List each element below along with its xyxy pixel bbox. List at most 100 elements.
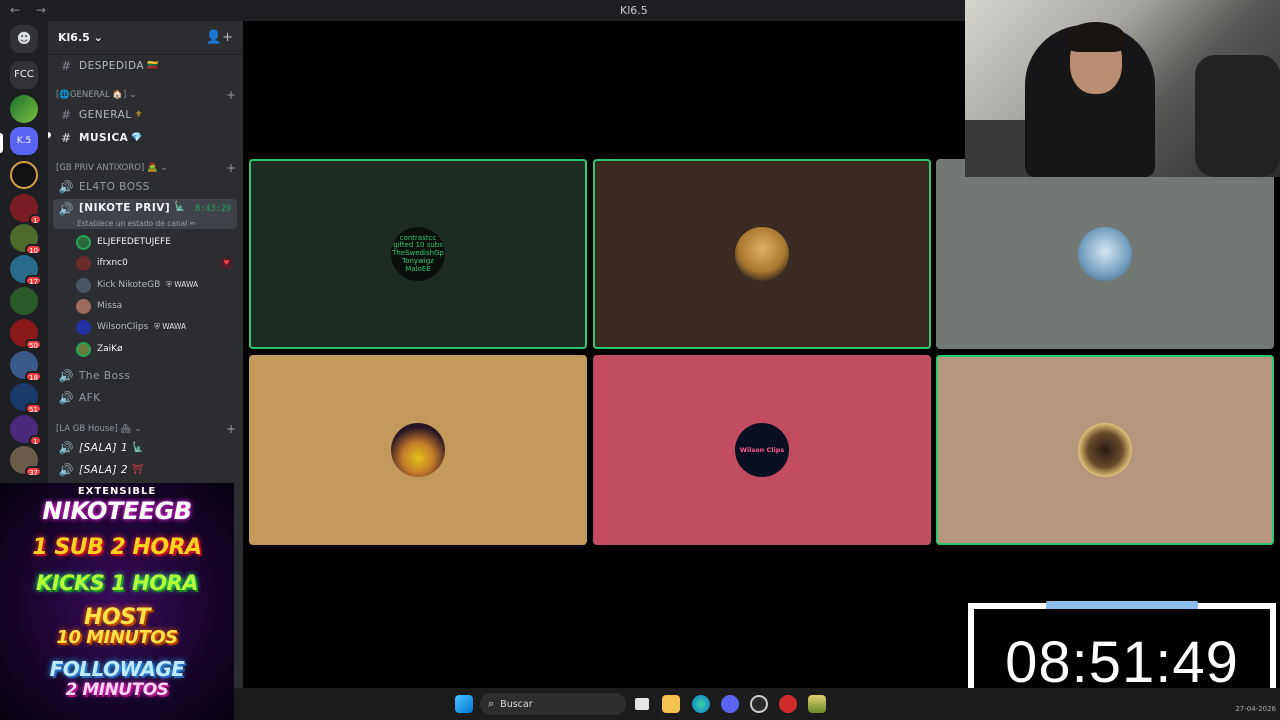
channel-label: GENERAL [79,109,132,121]
server-icon[interactable]: 50 [10,319,42,350]
voice-channel-sala-2[interactable]: 🔊 [SALA] 2 ⛩ [53,460,237,480]
add-channel-icon[interactable]: + [226,161,236,175]
channel-musica[interactable]: # MUSICA 💎 [53,128,237,148]
participant-avatar [1078,423,1132,477]
participant-avatar [735,227,789,281]
muted-mic-icon: ♥ [221,257,232,269]
taskbar: ⌕ Buscar 27-04-2026 [234,688,1280,720]
category-general[interactable]: [🌐GENERAL 🏠] ⌄ + [56,88,236,102]
speaker-icon: 🔊 [58,441,74,455]
channel-emoji: ⚜ [134,110,143,120]
voice-channel-afk[interactable]: 🔊 AFK [53,388,237,408]
gaming-chair [1195,55,1280,177]
channel-label: The Boss [79,370,131,382]
windows-start-icon[interactable] [455,695,473,713]
unread-pip [48,132,51,138]
file-explorer-icon[interactable] [662,695,680,713]
unread-badge: 1 [29,214,42,225]
promo-line: EXTENSIBLE [77,486,157,497]
app-yellow-icon[interactable] [808,695,826,713]
channel-despedida[interactable]: # DESPEDIDA 🇱🇹 [53,56,237,76]
server-icon[interactable]: 17 [10,255,42,286]
call-duration: 8:43:29 [195,204,231,214]
category-gb-priv[interactable]: [GB PRIV ANTIXORO] 🧟 ⌄ + [56,161,236,175]
call-tile[interactable]: contrastcc gifted 10 subs TheSwedishGp T… [249,159,587,349]
voice-channel-sala-1[interactable]: 🔊 [SALA] 1 🗽 [53,438,237,458]
steam-icon[interactable] [750,695,768,713]
server-icon[interactable]: 10 [10,224,42,255]
speaker-icon: 🔊 [58,463,74,477]
speaker-icon: 🔊 [58,369,74,383]
unread-badge: 1 [29,435,42,446]
channel-general[interactable]: # GENERAL ⚜ [53,105,237,125]
server-icon[interactable]: 51 [10,383,42,414]
task-view-icon[interactable] [635,698,649,710]
unread-badge: 50 [25,339,42,350]
voice-channel-el4to-boss[interactable]: 🔊 EL4TO BOSS [53,177,237,197]
discord-icon[interactable]: ☻ [10,25,38,53]
server-icon[interactable]: 1 [10,415,42,446]
channel-emoji: 🇱🇹 [147,61,159,71]
voice-user[interactable]: Missa [76,296,236,316]
timer-digits: 08:51:49 [1005,630,1239,695]
category-label: [GB PRIV ANTIXORO] 🧟 [56,163,158,173]
unread-badge: 51 [25,403,42,414]
user-name: ZaiKø [97,344,123,354]
participant-avatar: contrastcc gifted 10 subs TheSwedishGp T… [391,227,445,281]
call-tile[interactable] [936,159,1274,349]
server-icon-active[interactable]: K.5 [10,127,38,155]
promo-line: 10 MINUTOS [56,627,178,648]
server-icon[interactable]: 1 [10,194,42,225]
voice-user[interactable]: ifrxnc0 ♥ [76,253,236,273]
server-icon[interactable]: 18 [10,351,42,382]
category-label: [🌐GENERAL 🏠] [56,90,127,100]
stream-promo-overlay: EXTENSIBLE NIKOTEEGB 1 SUB 2 HORA KICKS … [0,483,234,720]
active-server-pip [0,133,3,153]
search-icon: ⌕ [488,697,495,710]
server-icon[interactable] [10,287,38,315]
channel-label: AFK [79,392,101,404]
participant-avatar [391,423,445,477]
promo-line: 2 MINUTOS [65,680,169,700]
app-red-icon[interactable] [779,695,797,713]
chevron-down-icon: ⌄ [160,163,168,173]
add-channel-icon[interactable]: + [226,422,236,436]
add-member-icon[interactable]: 👤+ [206,30,233,45]
voice-user[interactable]: Kick NikoteGB ⛨ WAWA [76,275,236,295]
promo-line: NIKOTEEGB [42,497,192,525]
category-label: [LA GB House] 🏘 [56,424,132,434]
avatar [76,298,91,314]
avatar [76,234,91,250]
set-channel-status[interactable]: Establece un estado de canal ✏ [77,219,196,228]
unread-badge: 17 [25,275,42,286]
add-channel-icon[interactable]: + [226,88,236,102]
avatar [76,341,91,357]
edge-icon[interactable] [692,695,710,713]
category-la-gb-house[interactable]: [LA GB House] 🏘 ⌄ + [56,422,236,436]
chevron-down-icon: ⌄ [129,90,137,100]
nav-arrows[interactable]: ← → [10,3,52,17]
server-icon[interactable] [10,95,38,123]
hash-icon: # [60,108,72,122]
voice-user[interactable]: WilsonClips ⛨ WAWA [76,317,236,337]
channel-emoji: 🗽 [132,443,144,453]
server-icon[interactable] [10,161,38,189]
taskbar-search[interactable]: ⌕ Buscar [480,693,626,715]
voice-channel-the-boss[interactable]: 🔊 The Boss [53,366,237,386]
call-tile[interactable] [936,355,1274,545]
voice-user[interactable]: ELJEFEDETUJEFE [76,232,236,252]
server-folder-fcc[interactable]: FCC [10,61,38,89]
voice-user[interactable]: ZaiKø [76,339,236,359]
user-name: Missa [97,301,123,311]
discord-icon[interactable] [721,695,739,713]
server-header[interactable]: Kl6.5 ⌄ 👤+ [48,21,243,55]
speaker-icon: 🔊 [58,391,74,405]
call-tile[interactable]: Wilson Clips [593,355,931,545]
server-icon[interactable]: 37 [10,446,42,477]
call-tile[interactable] [593,159,931,349]
channel-label: [NIKOTE PRIV] [79,202,171,214]
call-tile[interactable] [249,355,587,545]
user-name: WilsonClips [97,322,149,332]
server-name[interactable]: Kl6.5 ⌄ [58,31,103,44]
promo-line: FOLLOWAGE [49,657,185,681]
